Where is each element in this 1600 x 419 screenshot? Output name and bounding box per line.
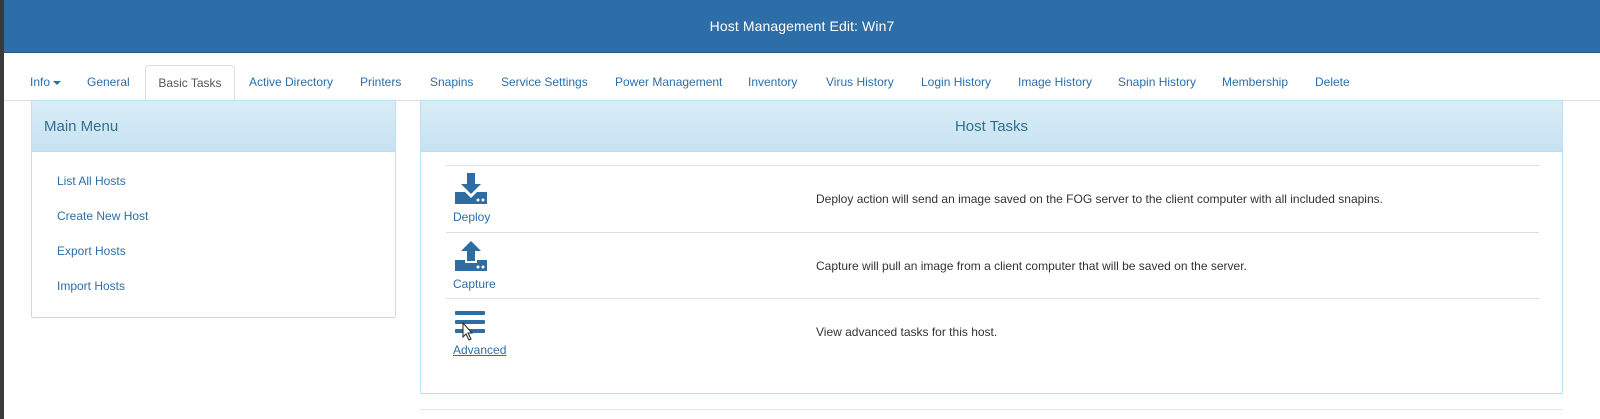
advanced-label: Advanced [453,343,507,357]
host-tasks-title: Host Tasks [421,101,1562,152]
deploy-link[interactable]: Deploy [453,172,533,228]
capture-link[interactable]: Capture [453,239,533,295]
menu-item-list-all-hosts[interactable]: List All Hosts [32,164,395,199]
tab-active-directory[interactable]: Active Directory [249,65,333,100]
host-tasks-panel: Host Tasks Deploy Deploy action will sen… [420,100,1563,394]
deploy-label: Deploy [453,210,491,224]
task-row-deploy: Deploy Deploy action will send an image … [446,165,1539,232]
menu-item-export-hosts[interactable]: Export Hosts [32,234,395,269]
tab-membership[interactable]: Membership [1222,65,1288,100]
main-menu-title: Main Menu [32,101,395,152]
menu-item-import-hosts[interactable]: Import Hosts [32,269,395,304]
tab-bar: Info General Basic Tasks Active Director… [4,52,1600,101]
tab-general[interactable]: General [87,65,130,100]
page-title: Host Management Edit: Win7 [709,18,895,34]
tab-snapin-history[interactable]: Snapin History [1118,65,1196,100]
advanced-icon [455,311,485,341]
advanced-link[interactable]: Advanced [453,305,533,361]
menu-item-create-new-host[interactable]: Create New Host [32,199,395,234]
tab-basic-tasks[interactable]: Basic Tasks [145,65,235,101]
tab-info[interactable]: Info [30,65,62,100]
tab-delete[interactable]: Delete [1315,65,1350,100]
deploy-description: Deploy action will send an image saved o… [816,192,1383,206]
tab-login-history[interactable]: Login History [921,65,991,100]
tab-virus-history[interactable]: Virus History [826,65,894,100]
task-row-capture: Capture Capture will pull an image from … [446,232,1539,299]
capture-icon [455,241,487,271]
main-menu-panel: Main Menu List All Hosts Create New Host… [31,100,396,318]
divider [420,409,1563,410]
capture-label: Capture [453,277,496,291]
tab-snapins[interactable]: Snapins [430,65,473,100]
tab-power-management[interactable]: Power Management [615,65,722,100]
tab-service-settings[interactable]: Service Settings [501,65,588,100]
tab-info-label: Info [30,75,51,89]
advanced-description: View advanced tasks for this host. [816,325,998,339]
page-header: Host Management Edit: Win7 [4,0,1600,53]
tab-inventory[interactable]: Inventory [748,65,797,100]
caret-down-icon [53,80,62,85]
tab-printers[interactable]: Printers [360,65,401,100]
tab-image-history[interactable]: Image History [1018,65,1092,100]
task-row-advanced: Advanced View advanced tasks for this ho… [446,298,1539,365]
main-menu-list: List All Hosts Create New Host Export Ho… [32,152,395,304]
capture-description: Capture will pull an image from a client… [816,259,1247,273]
deploy-icon [455,173,487,204]
